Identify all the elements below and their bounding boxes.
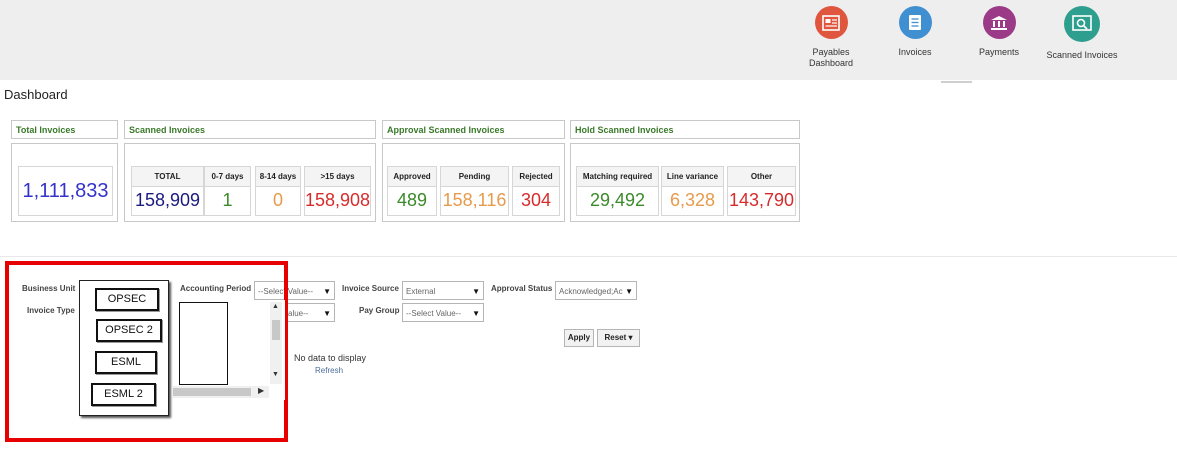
scanned-over-15-days-tile[interactable]: >15 days 158,908 — [304, 166, 371, 216]
vertical-scrollbar[interactable]: ▲ ▼ — [270, 302, 282, 384]
business-unit-option[interactable]: ESML 2 — [91, 383, 156, 406]
tile-label: Other — [728, 167, 795, 187]
period-secondary-select[interactable]: alue-- ▼ — [284, 303, 335, 322]
nav-scanned-invoices[interactable]: Scanned Invoices — [1037, 6, 1127, 61]
scroll-thumb[interactable] — [272, 320, 280, 340]
scanned-invoices-panel: TOTAL 158,909 0-7 days 1 8-14 days 0 >15… — [124, 143, 376, 222]
scanned-invoices-icon — [1064, 6, 1100, 42]
nav-payments[interactable]: Payments — [954, 6, 1044, 58]
select-value: External — [406, 287, 436, 296]
total-invoices-panel: 1,111,833 — [11, 143, 118, 222]
business-unit-option[interactable]: OPSEC 2 — [96, 319, 162, 342]
business-unit-dropdown: OPSEC OPSEC 2 ESML ESML 2 — [79, 280, 169, 416]
approved-tile[interactable]: Approved 489 — [387, 166, 437, 216]
top-navigation-bar: Payables Dashboard Invoices Payments Sca… — [0, 0, 1177, 80]
dropdown-arrow-icon: ▼ — [323, 287, 331, 296]
tile-label: 8-14 days — [256, 167, 300, 187]
invoice-source-label: Invoice Source — [342, 284, 399, 293]
hold-scanned-invoices-header: Hold Scanned Invoices — [570, 120, 800, 139]
apply-button[interactable]: Apply — [564, 329, 594, 347]
dropdown-arrow-icon: ▼ — [472, 287, 480, 296]
lov-list-box[interactable] — [179, 302, 228, 385]
line-variance-tile[interactable]: Line variance 6,328 — [661, 166, 724, 216]
approval-status-select[interactable]: Acknowledged;Ac ▼ — [555, 281, 637, 300]
approval-scanned-invoices-header: Approval Scanned Invoices — [382, 120, 565, 139]
tile-label: Matching required — [577, 167, 658, 187]
nav-label: Payables Dashboard — [808, 47, 854, 68]
nav-payables-dashboard[interactable]: Payables Dashboard — [786, 6, 876, 69]
tile-label: Line variance — [662, 167, 723, 187]
dropdown-arrow-icon: ▼ — [323, 309, 331, 318]
pay-group-select[interactable]: --Select Value-- ▼ — [402, 303, 484, 322]
approval-scanned-invoices-panel: Approved 489 Pending 158,116 Rejected 30… — [382, 143, 565, 222]
tile-label: Approved — [388, 167, 436, 187]
section-divider — [0, 256, 1177, 257]
approval-status-label: Approval Status — [491, 284, 553, 293]
tile-value: 158,909 — [134, 190, 201, 210]
nav-invoices[interactable]: Invoices — [870, 6, 960, 58]
payments-icon — [982, 6, 1016, 39]
other-tile[interactable]: Other 143,790 — [727, 166, 796, 216]
invoices-icon — [898, 6, 932, 39]
scanned-total-tile[interactable]: TOTAL 158,909 — [131, 166, 204, 216]
matching-required-tile[interactable]: Matching required 29,492 — [576, 166, 659, 216]
payables-dashboard-icon — [814, 6, 848, 39]
nav-label: Payments — [978, 47, 1020, 57]
tile-label: 0-7 days — [205, 167, 250, 187]
reset-button[interactable]: Reset ▾ — [597, 329, 640, 347]
tile-value: 489 — [396, 190, 428, 210]
scroll-up-icon[interactable]: ▲ — [272, 303, 279, 310]
scroll-down-icon[interactable]: ▼ — [272, 371, 279, 378]
scroll-thumb[interactable] — [173, 388, 251, 396]
tile-value: 6,328 — [669, 190, 716, 210]
total-invoices-value[interactable]: 1,111,833 — [18, 166, 113, 216]
horizontal-scrollbar[interactable]: ▶ — [173, 386, 269, 398]
business-unit-option[interactable]: ESML — [95, 351, 157, 374]
hold-scanned-invoices-panel: Matching required 29,492 Line variance 6… — [570, 143, 800, 222]
tile-label: TOTAL — [132, 167, 203, 187]
pay-group-label: Pay Group — [359, 306, 400, 315]
tile-label: Rejected — [513, 167, 559, 187]
scanned-0-7-days-tile[interactable]: 0-7 days 1 — [204, 166, 251, 216]
dropdown-arrow-icon: ▼ — [472, 309, 480, 318]
tile-value: 0 — [272, 190, 283, 210]
tile-value: 158,116 — [442, 190, 507, 210]
invoice-source-select[interactable]: External ▼ — [402, 281, 484, 300]
no-data-message: No data to display — [294, 353, 367, 363]
tile-label: Pending — [441, 167, 508, 187]
select-value: Acknowledged;Ac — [559, 287, 623, 296]
invoice-type-lov-popup: ▲ ▼ ▶ — [173, 300, 285, 400]
nav-label: Scanned Invoices — [1046, 50, 1118, 60]
total-invoices-header: Total Invoices — [11, 120, 118, 139]
dropdown-arrow-icon: ▼ — [625, 287, 633, 296]
tile-value: 158,908 — [305, 190, 371, 210]
business-unit-option[interactable]: OPSEC — [95, 288, 159, 311]
tile-value: 29,492 — [589, 190, 646, 210]
scanned-invoices-header: Scanned Invoices — [124, 120, 376, 139]
tile-value: 1 — [222, 190, 233, 210]
topbar-tab-indicator — [941, 81, 972, 83]
tile-value: 143,790 — [728, 190, 795, 210]
scanned-8-14-days-tile[interactable]: 8-14 days 0 — [255, 166, 301, 216]
scroll-right-icon[interactable]: ▶ — [258, 386, 264, 395]
select-value: --Select Value-- — [406, 309, 461, 318]
tile-label: >15 days — [305, 167, 370, 187]
page-title: Dashboard — [4, 87, 68, 102]
nav-label: Invoices — [898, 47, 932, 57]
pending-tile[interactable]: Pending 158,116 — [440, 166, 509, 216]
tile-value: 304 — [520, 190, 552, 210]
refresh-link[interactable]: Refresh — [315, 366, 343, 375]
select-value: alue-- — [288, 309, 309, 318]
rejected-tile[interactable]: Rejected 304 — [512, 166, 560, 216]
